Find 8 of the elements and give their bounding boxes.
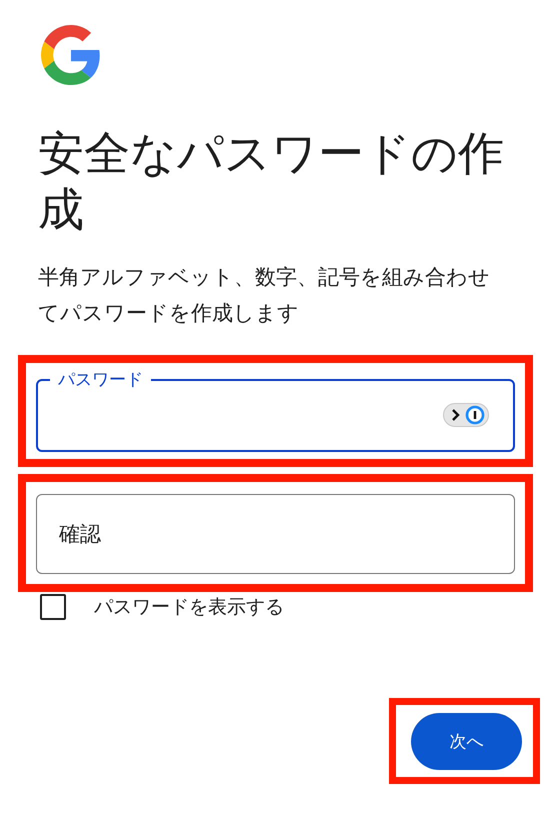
next-button[interactable]: 次へ xyxy=(411,713,522,770)
checkbox-label: パスワードを表示する xyxy=(94,595,284,620)
checkbox[interactable] xyxy=(40,594,66,620)
description-text: 半角アルファベット、数字、記号を組み合わせてパスワードを作成します xyxy=(38,264,491,327)
google-g-logo xyxy=(41,25,101,85)
field-label: パスワード xyxy=(57,369,144,391)
page-title: 安全なパスワードの作成 xyxy=(38,125,505,237)
confirm-field[interactable]: 確認 xyxy=(36,494,515,574)
